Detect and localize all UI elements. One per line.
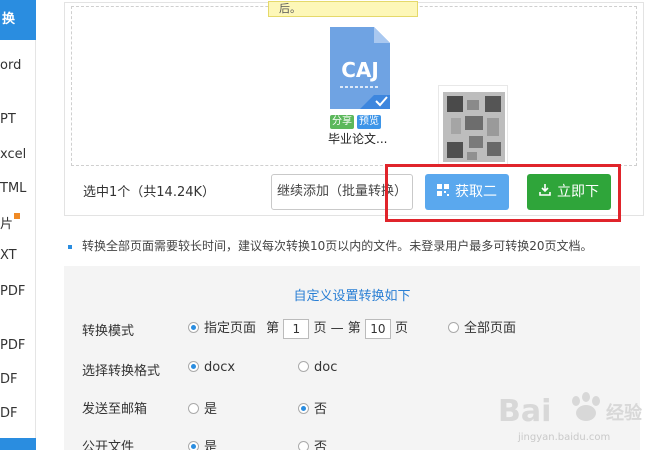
email-yes-option[interactable]: 是 <box>188 398 217 417</box>
public-yes-option[interactable]: 是 <box>188 436 217 450</box>
watermark-url: jingyan.baidu.com <box>518 432 611 443</box>
app-root: 换 ord PT xcel TML 片 XT PDF PDF DF DF CAJ <box>0 0 650 450</box>
share-button[interactable]: 分享 <box>330 115 354 129</box>
radio-selected-icon <box>188 361 199 372</box>
radio-icon <box>298 441 309 450</box>
file-type-label: CAJ <box>341 58 379 82</box>
selected-summary: 选中1个（共14.24K） <box>83 185 216 200</box>
email-label: 发送至邮箱 <box>82 402 148 417</box>
drop-zone[interactable]: CAJ 分享 预览 毕业论文... <box>71 6 637 167</box>
from-page-input[interactable]: 1 <box>283 318 310 339</box>
public-no-option[interactable]: 否 <box>298 436 327 450</box>
radio-selected-icon <box>188 441 199 450</box>
sidebar-item-html[interactable]: TML <box>0 181 36 196</box>
page-suffix: 页 <box>395 321 409 336</box>
format-docx-label: docx <box>204 360 236 375</box>
sidebar-item-pdf-2[interactable]: PDF <box>0 338 36 353</box>
tooltip: 后。 <box>268 1 418 17</box>
sidebar-item-excel[interactable]: xcel <box>0 147 36 162</box>
file-name: 毕业论文... <box>328 132 388 146</box>
sidebar-item-word[interactable]: ord <box>0 58 36 73</box>
qr-code-image <box>438 85 508 167</box>
sidebar: 换 ord PT xcel TML 片 XT PDF PDF DF DF <box>0 0 36 450</box>
baidu-watermark-logo: Bai 经验 <box>496 383 646 439</box>
to-page-input[interactable]: 10 <box>364 318 391 339</box>
mode-label: 转换模式 <box>82 324 135 339</box>
sidebar-item-pdf-4[interactable]: DF <box>0 406 36 421</box>
radio-selected-icon <box>298 403 309 414</box>
notice-text: 转换全部页面需要较长时间，建议每次转换10页以内的文件。未登录用户最多可转换20… <box>82 239 593 253</box>
sidebar-header[interactable]: 换 <box>0 0 36 40</box>
sidebar-item-image[interactable]: 片 <box>0 213 36 232</box>
annotation-highlight-box <box>385 164 621 222</box>
page-range-separator: 页 — 第 <box>313 321 361 336</box>
watermark-brand: Bai <box>498 394 551 429</box>
sidebar-item-ppt[interactable]: PT <box>0 112 36 127</box>
radio-icon <box>188 403 199 414</box>
email-no-option[interactable]: 否 <box>298 398 327 417</box>
email-no-label: 否 <box>314 402 328 417</box>
bullet-icon <box>68 244 72 249</box>
email-yes-label: 是 <box>204 402 218 417</box>
public-label: 公开文件 <box>82 440 135 450</box>
radio-icon <box>298 361 309 372</box>
mode-specified-label: 指定页面 <box>204 321 257 336</box>
preview-button[interactable]: 预览 <box>357 115 381 129</box>
page-prefix: 第 <box>266 321 280 336</box>
radio-selected-icon <box>188 322 199 333</box>
sidebar-item-pdf-1[interactable]: PDF <box>0 284 36 299</box>
conversion-notice: 转换全部页面需要较长时间，建议每次转换10页以内的文件。未登录用户最多可转换20… <box>68 237 593 254</box>
mode-all-label: 全部页面 <box>464 321 517 336</box>
sidebar-footer[interactable] <box>0 438 36 450</box>
caj-file-icon[interactable]: CAJ <box>328 25 392 111</box>
mode-specified-option[interactable]: 指定页面 第 1 页 — 第 10 页 <box>188 317 408 339</box>
settings-title[interactable]: 自定义设置转换如下 <box>64 285 640 304</box>
format-doc-label: doc <box>314 360 338 375</box>
watermark-brand-2: 经验 <box>606 402 643 424</box>
radio-icon <box>448 322 459 333</box>
sidebar-item-txt[interactable]: XT <box>0 248 36 263</box>
sidebar-item-image-label: 片 <box>0 217 14 232</box>
mode-all-option[interactable]: 全部页面 <box>448 317 516 336</box>
public-yes-label: 是 <box>204 440 218 450</box>
format-doc-option[interactable]: doc <box>298 360 337 375</box>
public-no-label: 否 <box>314 440 328 450</box>
format-docx-option[interactable]: docx <box>188 360 235 375</box>
sidebar-item-pdf-3[interactable]: DF <box>0 372 36 387</box>
new-badge-icon <box>14 213 21 219</box>
format-label: 选择转换格式 <box>82 364 161 379</box>
